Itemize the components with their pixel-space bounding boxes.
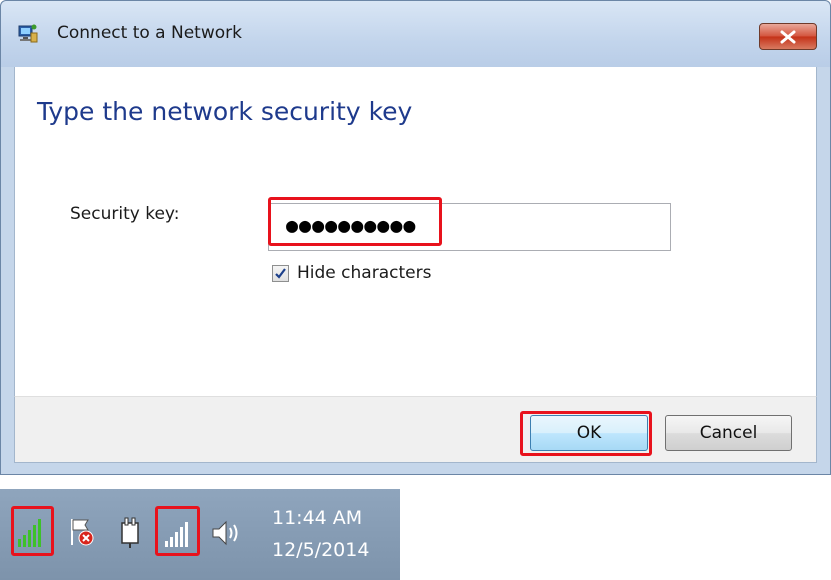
window-title: Connect to a Network — [57, 23, 242, 43]
security-key-value: ●●●●●●●●●● — [286, 213, 417, 237]
hide-characters-label[interactable]: Hide characters — [297, 263, 431, 283]
checkmark-icon — [275, 268, 286, 279]
wifi-signal-icon[interactable] — [163, 517, 193, 549]
security-key-label: Security key: — [70, 204, 180, 224]
security-key-input[interactable]: ●●●●●●●●●● — [268, 203, 671, 251]
clock-time[interactable]: 11:44 AM — [272, 507, 362, 529]
dialog-footer: OK Cancel — [14, 396, 817, 463]
taskbar-tray: 11:44 AM 12/5/2014 — [0, 489, 400, 580]
title-bar[interactable]: Connect to a Network — [1, 1, 830, 67]
clock-date[interactable]: 12/5/2014 — [272, 539, 369, 561]
hide-characters-checkbox[interactable] — [272, 265, 289, 282]
speaker-volume-icon[interactable] — [210, 518, 242, 548]
close-icon — [780, 30, 796, 43]
dialog-content: Type the network security key Security k… — [14, 67, 817, 396]
ok-button[interactable]: OK — [530, 415, 648, 451]
connect-network-dialog: Connect to a Network Type the network se… — [0, 0, 831, 475]
close-button[interactable] — [759, 23, 817, 50]
action-center-flag-error-icon[interactable] — [66, 516, 96, 548]
page-title: Type the network security key — [37, 97, 413, 126]
cancel-button[interactable]: Cancel — [665, 415, 792, 451]
wifi-signal-green-icon[interactable] — [16, 517, 46, 549]
network-icon — [18, 24, 38, 43]
power-plug-icon[interactable] — [116, 517, 144, 549]
